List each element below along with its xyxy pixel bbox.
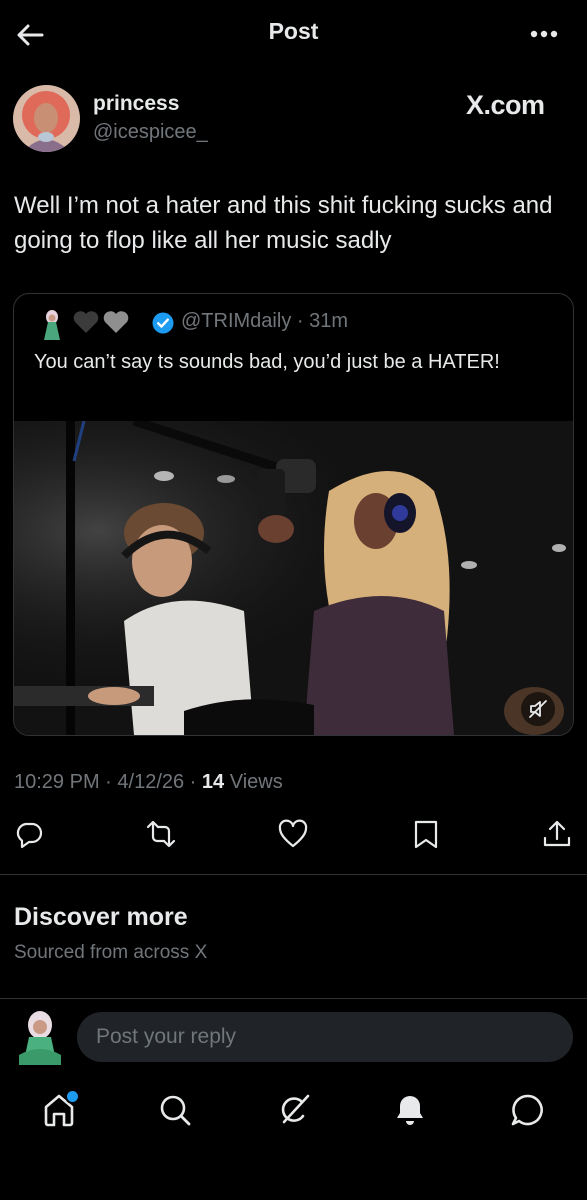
x-com-link[interactable]: X.com (466, 90, 545, 121)
mute-toggle[interactable] (521, 692, 555, 726)
reply-button[interactable] (13, 818, 45, 850)
like-icon (278, 819, 308, 848)
x-logo-text: X.com (466, 90, 545, 120)
divider (0, 998, 587, 999)
page-title: Post (268, 18, 319, 44)
volume-muted-icon (529, 700, 547, 718)
share-button[interactable] (541, 818, 573, 850)
current-user-avatar[interactable] (17, 1009, 63, 1065)
quoted-handle[interactable]: @TRIMdaily (181, 310, 291, 332)
post-text: Well I’m not a hater and this shit fucki… (14, 192, 553, 254)
video-player[interactable] (14, 421, 573, 735)
author-name[interactable]: princess (93, 92, 179, 116)
quoted-avatar[interactable] (36, 308, 68, 340)
quoted-meta: @TRIMdaily · 31m (181, 310, 348, 333)
grok-icon (281, 1094, 310, 1124)
nav-search[interactable] (155, 1090, 195, 1130)
author-handle[interactable]: @icespicee_ (93, 121, 208, 144)
bookmark-icon (414, 820, 438, 849)
avatar-image (13, 85, 80, 152)
quoted-text: You can’t say ts sounds bad, you’d just … (34, 351, 500, 373)
repost-button[interactable] (145, 818, 177, 850)
repost-icon (146, 820, 176, 848)
reply-input[interactable] (77, 1012, 573, 1062)
like-button[interactable] (277, 818, 309, 850)
discover-more-heading: Discover more (14, 903, 188, 931)
quoted-post[interactable]: @TRIMdaily · 31m You can’t say ts sounds… (13, 293, 574, 736)
quoted-avatar-image (36, 308, 68, 340)
search-icon (160, 1095, 191, 1126)
notifications-icon (397, 1096, 423, 1125)
separator-dot: · (99, 771, 118, 793)
bookmark-button[interactable] (410, 818, 442, 850)
separator-dot: · (291, 310, 310, 332)
nav-messages[interactable] (508, 1090, 548, 1130)
separator-dot: · (184, 771, 202, 793)
views-label[interactable]: Views (230, 771, 283, 793)
divider (0, 874, 587, 875)
messages-icon (511, 1094, 543, 1126)
current-user-avatar-image (19, 1011, 61, 1065)
reply-icon (16, 822, 43, 849)
more-button[interactable] (526, 20, 566, 48)
post-meta: 10:29 PM · 4/12/26 · 14 Views (14, 771, 283, 794)
more-horizontal-icon (530, 30, 558, 38)
post-date: 4/12/26 (117, 771, 185, 793)
nav-notifications[interactable] (390, 1090, 430, 1130)
view-count: 14 (201, 771, 225, 793)
video-frame (14, 421, 573, 735)
emoji-hearts (72, 309, 148, 335)
black-heart-icon (73, 311, 99, 333)
discover-more-subtitle: Sourced from across X (14, 942, 208, 963)
post-time: 10:29 PM (14, 771, 100, 793)
quoted-time: 31m (309, 310, 348, 332)
author-avatar[interactable] (13, 85, 80, 152)
share-icon (543, 820, 571, 847)
notification-dot (65, 1089, 80, 1104)
verified-badge-icon (152, 312, 174, 334)
nav-grok[interactable] (274, 1090, 314, 1130)
grey-heart-icon (103, 311, 129, 333)
